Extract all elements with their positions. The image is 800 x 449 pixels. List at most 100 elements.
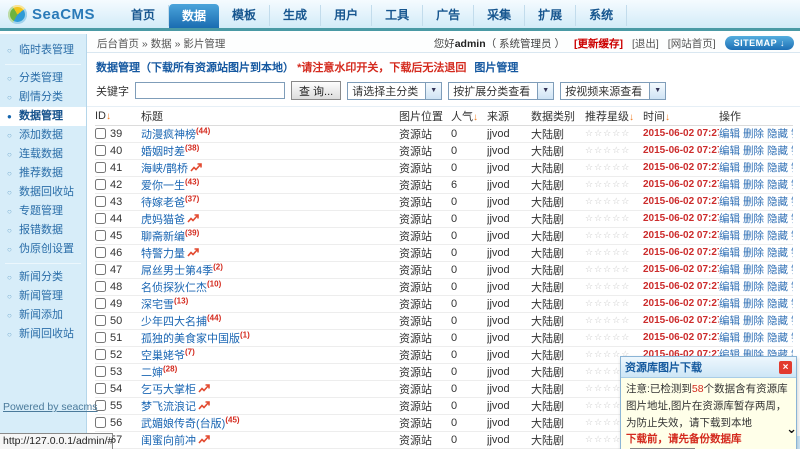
op-link-编辑[interactable]: 编辑 bbox=[719, 332, 740, 344]
op-link-编辑[interactable]: 编辑 bbox=[719, 281, 740, 293]
sidebar-item-推荐数据[interactable]: ○推荐数据 bbox=[0, 164, 86, 183]
op-link-删除[interactable]: 删除 bbox=[743, 264, 764, 276]
column-header-人气[interactable]: 人气↓ bbox=[451, 107, 487, 125]
op-link-编辑[interactable]: 编辑 bbox=[719, 179, 740, 191]
op-link-删除[interactable]: 删除 bbox=[743, 332, 764, 344]
op-link-隐藏[interactable]: 隐藏 bbox=[767, 332, 788, 344]
sidebar-item-分类管理[interactable]: ○分类管理 bbox=[0, 69, 86, 88]
title-link[interactable]: 空巢姥爷 bbox=[141, 350, 185, 362]
op-link-删除[interactable]: 删除 bbox=[743, 230, 764, 242]
op-link-删除[interactable]: 删除 bbox=[743, 281, 764, 293]
sidebar-item-报错数据[interactable]: ○报错数据 bbox=[0, 221, 86, 240]
row-checkbox[interactable] bbox=[95, 145, 106, 156]
sidebar-item-连载数据[interactable]: ○连载数据 bbox=[0, 145, 86, 164]
op-link-锁定[interactable]: 锁定 bbox=[791, 128, 793, 140]
filter-select[interactable]: 按扩展分类查看▼ bbox=[448, 82, 554, 100]
row-checkbox[interactable] bbox=[95, 315, 106, 326]
title-link[interactable]: 闺蜜向前冲 bbox=[141, 435, 196, 447]
row-checkbox[interactable] bbox=[95, 349, 106, 360]
close-icon[interactable]: × bbox=[779, 361, 792, 374]
op-link-编辑[interactable]: 编辑 bbox=[719, 196, 740, 208]
op-link-隐藏[interactable]: 隐藏 bbox=[767, 247, 788, 259]
title-link[interactable]: 名侦探狄仁杰 bbox=[141, 282, 207, 294]
op-link-编辑[interactable]: 编辑 bbox=[719, 298, 740, 310]
chevron-down-icon[interactable]: ⌄ bbox=[786, 422, 797, 435]
row-checkbox[interactable] bbox=[95, 332, 106, 343]
nav-tab-扩展[interactable]: 扩展 bbox=[525, 5, 576, 26]
row-checkbox[interactable] bbox=[95, 383, 106, 394]
title-link[interactable]: 少年四大名捕 bbox=[141, 316, 207, 328]
row-checkbox[interactable] bbox=[95, 281, 106, 292]
nav-tab-生成[interactable]: 生成 bbox=[270, 5, 321, 26]
column-header-推荐星级[interactable]: 推荐星级↓ bbox=[585, 107, 643, 125]
title-link[interactable]: 乞丐大掌柜 bbox=[141, 384, 196, 396]
row-checkbox[interactable] bbox=[95, 196, 106, 207]
title-link[interactable]: 待嫁老爸 bbox=[141, 197, 185, 209]
op-link-编辑[interactable]: 编辑 bbox=[719, 230, 740, 242]
row-checkbox[interactable] bbox=[95, 264, 106, 275]
nav-tab-数据[interactable]: 数据 bbox=[169, 4, 219, 28]
nav-tab-首页[interactable]: 首页 bbox=[118, 5, 169, 26]
column-header-数据类别[interactable]: 数据类别 bbox=[531, 107, 585, 125]
sidebar-item-数据管理[interactable]: ●数据管理 bbox=[0, 107, 86, 126]
op-link-隐藏[interactable]: 隐藏 bbox=[767, 281, 788, 293]
title-link[interactable]: 梦飞流浪记 bbox=[141, 401, 196, 413]
column-header-时间[interactable]: 时间↓ bbox=[643, 107, 719, 125]
title-link[interactable]: 虎妈猫爸 bbox=[141, 214, 185, 226]
op-link-删除[interactable]: 删除 bbox=[743, 213, 764, 225]
op-link-锁定[interactable]: 锁定 bbox=[791, 264, 793, 276]
op-link-隐藏[interactable]: 隐藏 bbox=[767, 315, 788, 327]
sidebar-item-数据回收站[interactable]: ○数据回收站 bbox=[0, 183, 86, 202]
op-link-编辑[interactable]: 编辑 bbox=[719, 145, 740, 157]
title-link[interactable]: 屌丝男士第4季 bbox=[141, 265, 213, 277]
op-link-锁定[interactable]: 锁定 bbox=[791, 298, 793, 310]
powered-by-link[interactable]: Powered by seacms bbox=[3, 401, 98, 413]
op-link-编辑[interactable]: 编辑 bbox=[719, 213, 740, 225]
op-link-隐藏[interactable]: 隐藏 bbox=[767, 179, 788, 191]
column-header-来源[interactable]: 来源 bbox=[487, 107, 531, 125]
title-link[interactable]: 二婶 bbox=[141, 367, 163, 379]
op-link-编辑[interactable]: 编辑 bbox=[719, 247, 740, 259]
nav-tab-系统[interactable]: 系统 bbox=[576, 5, 627, 26]
sidebar-item-临时表管理[interactable]: ○临时表管理 bbox=[0, 41, 86, 60]
op-link-编辑[interactable]: 编辑 bbox=[719, 315, 740, 327]
sidebar-item-新闻回收站[interactable]: ○新闻回收站 bbox=[0, 325, 86, 344]
op-link-删除[interactable]: 删除 bbox=[743, 128, 764, 140]
op-link-锁定[interactable]: 锁定 bbox=[791, 315, 793, 327]
nav-tab-模板[interactable]: 模板 bbox=[219, 5, 270, 26]
row-checkbox[interactable] bbox=[95, 366, 106, 377]
row-checkbox[interactable] bbox=[95, 213, 106, 224]
title-link[interactable]: 武媚娘传奇(台版) bbox=[141, 418, 225, 430]
sidebar-item-新闻分类[interactable]: ○新闻分类 bbox=[0, 268, 86, 287]
column-header-标题[interactable]: 标题 bbox=[141, 107, 399, 125]
row-checkbox[interactable] bbox=[95, 417, 106, 428]
op-link-锁定[interactable]: 锁定 bbox=[791, 162, 793, 174]
logout-link[interactable]: [退出] bbox=[632, 36, 659, 51]
column-header-图片位置[interactable]: 图片位置 bbox=[399, 107, 451, 125]
filter-select[interactable]: 请选择主分类▼ bbox=[347, 82, 442, 100]
op-link-锁定[interactable]: 锁定 bbox=[791, 213, 793, 225]
row-checkbox[interactable] bbox=[95, 247, 106, 258]
op-link-删除[interactable]: 删除 bbox=[743, 247, 764, 259]
title-link[interactable]: 婚姻时差 bbox=[141, 146, 185, 158]
op-link-删除[interactable]: 删除 bbox=[743, 196, 764, 208]
filter-select[interactable]: 按视频来源查看▼ bbox=[560, 82, 666, 100]
sidebar-item-剧情分类[interactable]: ○剧情分类 bbox=[0, 88, 86, 107]
title-link[interactable]: 海峡/鹊桥 bbox=[141, 163, 188, 175]
op-link-隐藏[interactable]: 隐藏 bbox=[767, 128, 788, 140]
op-link-隐藏[interactable]: 隐藏 bbox=[767, 264, 788, 276]
op-link-锁定[interactable]: 锁定 bbox=[791, 247, 793, 259]
op-link-锁定[interactable]: 锁定 bbox=[791, 145, 793, 157]
op-link-删除[interactable]: 删除 bbox=[743, 315, 764, 327]
title-link[interactable]: 爱你一生 bbox=[141, 180, 185, 192]
op-link-隐藏[interactable]: 隐藏 bbox=[767, 196, 788, 208]
nav-tab-采集[interactable]: 采集 bbox=[474, 5, 525, 26]
op-link-编辑[interactable]: 编辑 bbox=[719, 128, 740, 140]
sidebar-item-专题管理[interactable]: ○专题管理 bbox=[0, 202, 86, 221]
sidebar-item-新闻添加[interactable]: ○新闻添加 bbox=[0, 306, 86, 325]
op-link-锁定[interactable]: 锁定 bbox=[791, 179, 793, 191]
op-link-删除[interactable]: 删除 bbox=[743, 179, 764, 191]
update-cache-link[interactable]: [更新缓存] bbox=[574, 36, 623, 51]
row-checkbox[interactable] bbox=[95, 230, 106, 241]
op-link-删除[interactable]: 删除 bbox=[743, 145, 764, 157]
